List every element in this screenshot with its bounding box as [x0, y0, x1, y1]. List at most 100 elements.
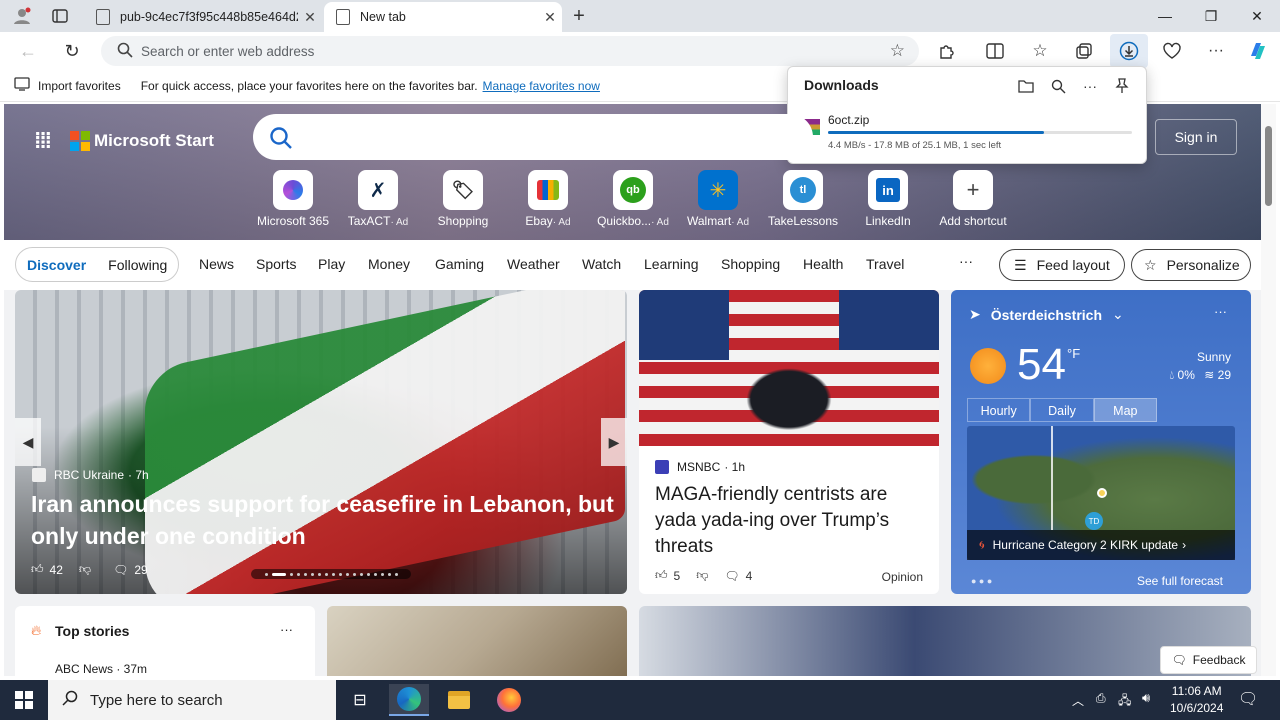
device-icon[interactable]: ⎙ — [1096, 691, 1106, 706]
weather-more-icon[interactable]: ··· — [1214, 304, 1227, 319]
favorites-icon[interactable]: ☆ — [1026, 37, 1054, 65]
refresh-icon[interactable]: ↻ — [58, 37, 86, 65]
like-icon[interactable]: 👍︎ — [31, 562, 44, 577]
shortcut-ebay[interactable]: Ebay· Ad — [503, 170, 593, 228]
feedback-button[interactable]: 🗨︎ Feedback — [1160, 646, 1257, 674]
collections-icon[interactable] — [1070, 37, 1098, 65]
top-stories-more-icon[interactable]: ··· — [280, 622, 293, 637]
personalize-button[interactable]: ☆ Personalize — [1131, 249, 1251, 281]
main-story-card[interactable]: ◀ ▶ RBC Ukraine · 7h Iran announces supp… — [15, 290, 627, 594]
downloads-more-icon[interactable]: ··· — [1078, 74, 1102, 98]
feed-layout-button[interactable]: ☰ Feed layout — [999, 249, 1125, 281]
nav-watch[interactable]: Watch — [582, 256, 621, 272]
manage-favorites-link[interactable]: Manage favorites now — [483, 79, 600, 93]
task-view-icon[interactable]: ⊟ — [340, 684, 380, 716]
shortcut-shopping[interactable]: 🏷 Shopping — [418, 170, 508, 228]
pin-icon[interactable] — [1110, 74, 1134, 98]
sliders-icon: ☰ — [1014, 256, 1027, 273]
like-icon[interactable]: 👍︎ — [655, 568, 668, 583]
nav-gaming[interactable]: Gaming — [435, 256, 484, 272]
story-headline[interactable]: Iran announces support for ceasefire in … — [31, 488, 621, 552]
see-full-forecast-link[interactable]: See full forecast — [1137, 574, 1223, 588]
app-launcher-icon[interactable]: ⁞⁞⁞ — [34, 128, 52, 154]
nav-weather[interactable]: Weather — [507, 256, 560, 272]
show-hidden-icons-icon[interactable]: ︿ — [1072, 692, 1084, 709]
nav-news[interactable]: News — [199, 256, 234, 272]
tab-actions-icon[interactable] — [49, 6, 71, 26]
tab-discover[interactable]: Discover — [16, 257, 97, 273]
top-story-source[interactable]: ABC News · 37m — [55, 662, 147, 676]
shortcut-taxact[interactable]: ✗ TaxACT· Ad — [333, 170, 423, 228]
tab-new-tab[interactable]: New tab ✕ — [324, 2, 562, 32]
comment-icon[interactable]: 🗨︎ — [113, 563, 128, 577]
comment-icon[interactable]: 🗨︎ — [724, 569, 739, 583]
import-favorites-button[interactable]: Import favorites — [38, 79, 121, 93]
weather-card[interactable]: ➤ Österdeichstrich ⌄ ··· 54 °F Sunny 💧︎ … — [951, 290, 1251, 594]
search-downloads-icon[interactable] — [1046, 74, 1070, 98]
carousel-next-icon[interactable]: ▶ — [601, 418, 627, 466]
edge-taskbar-icon[interactable] — [389, 684, 429, 716]
profile-icon[interactable] — [11, 6, 33, 26]
sign-in-button[interactable]: Sign in — [1155, 119, 1237, 155]
hurricane-alert[interactable]: 🌀︎ Hurricane Category 2 KIRK update › — [967, 530, 1235, 560]
nav-more-icon[interactable]: ··· — [959, 253, 973, 269]
carousel-dots[interactable] — [251, 569, 411, 579]
minimize-icon[interactable]: — — [1142, 0, 1188, 32]
split-screen-icon[interactable] — [981, 37, 1009, 65]
restore-icon[interactable]: ❐ — [1188, 0, 1234, 32]
shortcut-add[interactable]: + Add shortcut — [928, 170, 1018, 228]
dislike-icon[interactable]: 👎︎ — [696, 568, 708, 583]
extensions-icon[interactable] — [933, 37, 961, 65]
weather-location[interactable]: ➤ Österdeichstrich ⌄ — [969, 306, 1124, 323]
carousel-prev-icon[interactable]: ◀ — [15, 418, 41, 466]
settings-more-icon[interactable]: ··· — [1202, 37, 1230, 65]
tab-map[interactable]: Map — [1093, 398, 1157, 422]
page-dots[interactable]: ● ● ● — [971, 576, 992, 586]
nav-sports[interactable]: Sports — [256, 256, 296, 272]
nav-play[interactable]: Play — [318, 256, 345, 272]
close-window-icon[interactable]: ✕ — [1234, 0, 1280, 32]
nav-shopping[interactable]: Shopping — [721, 256, 780, 272]
open-folder-icon[interactable] — [1014, 74, 1038, 98]
story-image-card[interactable] — [327, 606, 627, 676]
shortcut-quickbooks[interactable]: qb Quickbo...· Ad — [588, 170, 678, 228]
shortcut-takelessons[interactable]: tl TakeLessons — [758, 170, 848, 228]
volume-icon[interactable]: 🔊︎ — [1142, 690, 1150, 706]
shortcut-walmart[interactable]: ✳ Walmart· Ad — [673, 170, 763, 228]
nav-travel[interactable]: Travel — [866, 256, 904, 272]
story-headline[interactable]: MAGA-friendly centrists are yada yada-in… — [655, 482, 925, 560]
network-icon[interactable]: 🖧︎ — [1118, 691, 1131, 712]
windows-start-icon[interactable] — [4, 684, 44, 716]
page-scrollbar[interactable] — [1261, 104, 1276, 676]
nav-learning[interactable]: Learning — [644, 256, 699, 272]
tab-following[interactable]: Following — [97, 257, 178, 273]
close-tab-icon[interactable]: ✕ — [538, 9, 562, 26]
browser-essentials-icon[interactable] — [1158, 37, 1186, 65]
download-file-name[interactable]: 6oct.zip — [828, 113, 869, 127]
shortcut-linkedin[interactable]: in LinkedIn — [843, 170, 933, 228]
close-tab-icon[interactable]: ✕ — [298, 9, 322, 26]
taskbar-clock[interactable]: 11:06 AM 10/6/2024 — [1170, 683, 1223, 717]
tab-pub[interactable]: pub-9c4ec7f3f95c448b85e464d2b ✕ — [84, 2, 322, 32]
address-bar[interactable]: Search or enter web address ☆ — [101, 36, 919, 66]
dislike-icon[interactable]: 👎︎ — [79, 562, 91, 577]
new-tab-icon[interactable]: + — [568, 5, 590, 27]
second-story-card[interactable]: MSNBC · 1h MAGA-friendly centrists are y… — [639, 290, 939, 594]
notifications-icon[interactable]: 🗨︎ — [1238, 689, 1258, 709]
taskbar-search[interactable]: Type here to search — [48, 680, 336, 720]
shortcut-microsoft-365[interactable]: Microsoft 365 — [248, 170, 338, 228]
tab-hourly[interactable]: Hourly — [967, 398, 1031, 422]
web-search-box[interactable] — [253, 114, 813, 160]
downloads-icon[interactable] — [1110, 34, 1148, 68]
copilot-icon[interactable] — [1244, 37, 1272, 65]
nav-health[interactable]: Health — [803, 256, 843, 272]
microsoft-start-logo[interactable]: ⁞⁞⁞ Microsoft Start — [34, 128, 214, 154]
weather-map[interactable]: TD 🌀︎ Hurricane Category 2 KIRK update › — [967, 426, 1235, 560]
back-icon[interactable]: ← — [14, 37, 42, 65]
nav-money[interactable]: Money — [368, 256, 410, 272]
favorite-star-icon[interactable]: ☆ — [890, 41, 905, 61]
firefox-icon[interactable] — [489, 684, 529, 716]
scrollbar-thumb[interactable] — [1265, 126, 1272, 206]
file-explorer-icon[interactable] — [439, 684, 479, 716]
tab-daily[interactable]: Daily — [1030, 398, 1094, 422]
